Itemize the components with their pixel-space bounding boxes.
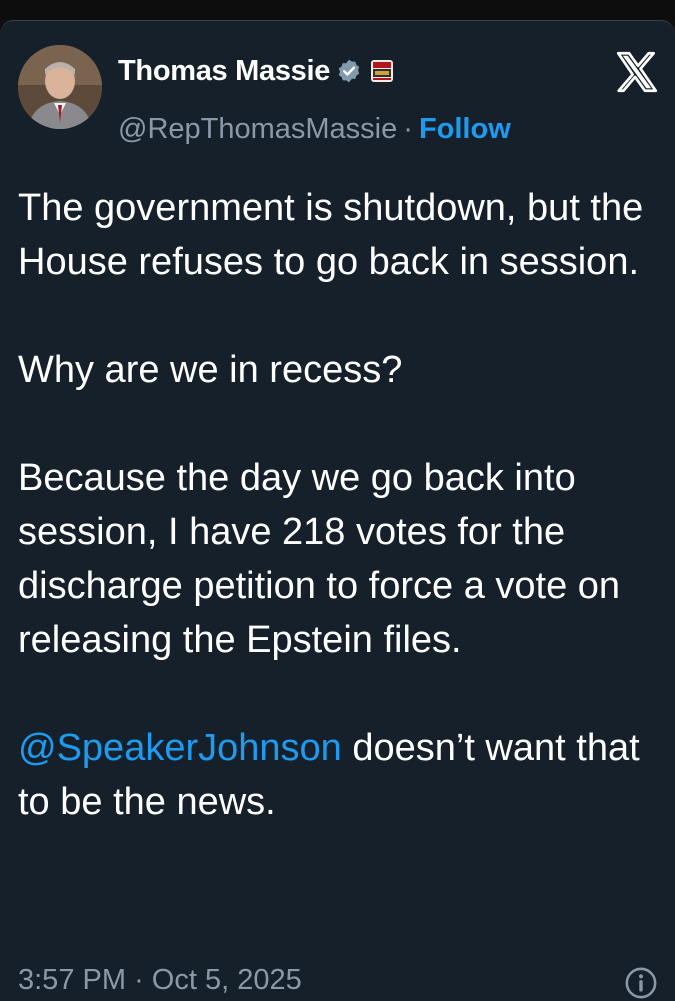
tweet-paragraph-4: @SpeakerJohnson doesn’t want that to be … xyxy=(18,721,658,829)
tweet-timestamp[interactable]: 3:57 PM · Oct 5, 2025 xyxy=(18,964,302,997)
tweet-card: Thomas Massie @RepThomasMassie · Follow … xyxy=(0,20,675,1001)
author-handle-row: @RepThomasMassie · Follow xyxy=(118,113,511,146)
tweet-paragraph-2: Why are we in recess? xyxy=(18,349,403,391)
author-name-row: Thomas Massie xyxy=(118,51,394,91)
tweet-date: Oct 5, 2025 xyxy=(151,964,302,996)
follow-button[interactable]: Follow xyxy=(419,113,511,146)
info-icon[interactable] xyxy=(624,966,658,1000)
avatar[interactable] xyxy=(18,45,102,129)
tweet-paragraph-3: Because the day we go back into session,… xyxy=(18,457,621,661)
tweet-text: The government is shutdown, but the Hous… xyxy=(18,181,658,829)
tweet-time: 3:57 PM xyxy=(18,964,126,996)
author-display-name[interactable]: Thomas Massie xyxy=(118,55,330,88)
x-logo-icon[interactable] xyxy=(612,47,662,97)
mention-link[interactable]: @SpeakerJohnson xyxy=(18,727,342,769)
screen-top-strip xyxy=(0,0,675,20)
timestamp-separator: · xyxy=(134,964,144,996)
avatar-portrait xyxy=(18,45,102,129)
author-handle[interactable]: @RepThomasMassie xyxy=(118,113,397,146)
tweet-paragraph-1: The government is shutdown, but the Hous… xyxy=(18,187,644,283)
handle-separator: · xyxy=(403,113,413,145)
verified-badge-icon[interactable] xyxy=(336,58,362,84)
affiliate-badge-icon[interactable] xyxy=(370,59,394,83)
